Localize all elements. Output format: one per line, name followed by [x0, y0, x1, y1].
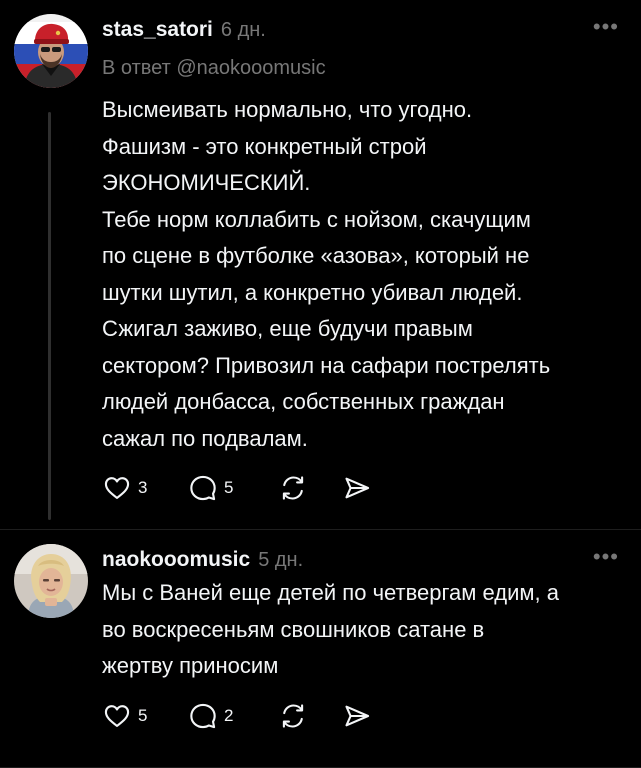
- comment-count: 2: [224, 706, 234, 725]
- post-text: Мы с Ваней еще детей по четвергам едим, …: [102, 575, 622, 685]
- username[interactable]: naokooomusic: [102, 548, 250, 572]
- share-icon: [345, 477, 370, 499]
- more-icon[interactable]: •••: [593, 14, 619, 40]
- post-text-line: Высмеивать нормально, что угодно.: [102, 97, 473, 122]
- repost-icon: [282, 704, 304, 728]
- heart-icon: [104, 477, 130, 499]
- like-button[interactable]: 3: [102, 474, 188, 502]
- post-text-line: во воскресеньям свошников сатане в: [102, 616, 485, 642]
- post-text-line: Тебе норм коллабить с нойзом, скачущим: [102, 206, 531, 232]
- post-text-line: по сцене в футболке «азова», который не: [102, 243, 530, 268]
- post-time: 6 дн.: [220, 19, 266, 41]
- post-text-line: ЭКОНОМИЧЕСКИЙ.: [102, 170, 311, 195]
- post-text-line: людей донбасса, собственных граждан: [102, 389, 505, 414]
- repost-icon: [282, 476, 304, 500]
- avatar[interactable]: [14, 544, 88, 618]
- more-icon[interactable]: •••: [593, 544, 619, 570]
- post-actions: 5 2: [102, 700, 382, 732]
- comment-button[interactable]: 5: [188, 474, 278, 502]
- post-stas-satori: stas_satori 6 дн. ••• В ответ @naokooomu…: [0, 0, 641, 530]
- like-button[interactable]: 5: [102, 702, 188, 730]
- thread-line: [48, 112, 51, 520]
- post-header: naokooomusic 5 дн.: [102, 548, 303, 572]
- share-button[interactable]: [342, 702, 382, 730]
- post-time: 5 дн.: [258, 549, 304, 571]
- post-text-line: шутки шутил, а конкретно убивал людей.: [102, 279, 523, 305]
- post-header: stas_satori 6 дн.: [102, 18, 266, 42]
- comment-button[interactable]: 2: [188, 702, 278, 730]
- like-count: 5: [138, 706, 148, 725]
- share-icon: [345, 705, 370, 727]
- post-naokooomusic: naokooomusic 5 дн. ••• Мы с Ваней еще де…: [0, 530, 641, 768]
- post-text-line: сажал по подвалам.: [102, 425, 308, 451]
- comment-icon: [190, 703, 216, 729]
- post-text-line: Мы с Ваней еще детей по четвергам едим, …: [102, 580, 559, 605]
- post-text: Высмеивать нормально, что угодно. Фашизм…: [102, 92, 622, 457]
- avatar-image: [14, 14, 88, 88]
- post-text-line: Сжигал заживо, еще будучи правым: [102, 316, 473, 341]
- post-text-line: сектором? Привозил на сафари пострелять: [102, 352, 551, 378]
- post-text-line: жертву приносим: [102, 653, 279, 678]
- reply-to-label[interactable]: В ответ @naokooomusic: [102, 57, 326, 80]
- avatar-image: [14, 544, 88, 618]
- repost-button[interactable]: [278, 702, 342, 730]
- share-button[interactable]: [342, 474, 382, 502]
- post-text-line: Фашизм - это конкретный строй: [102, 133, 427, 159]
- post-actions: 3 5: [102, 472, 382, 504]
- heart-icon: [104, 705, 130, 727]
- comment-icon: [190, 475, 216, 501]
- username[interactable]: stas_satori: [102, 18, 213, 42]
- repost-button[interactable]: [278, 474, 342, 502]
- like-count: 3: [138, 478, 148, 497]
- avatar[interactable]: [14, 14, 88, 88]
- comment-count: 5: [224, 478, 234, 497]
